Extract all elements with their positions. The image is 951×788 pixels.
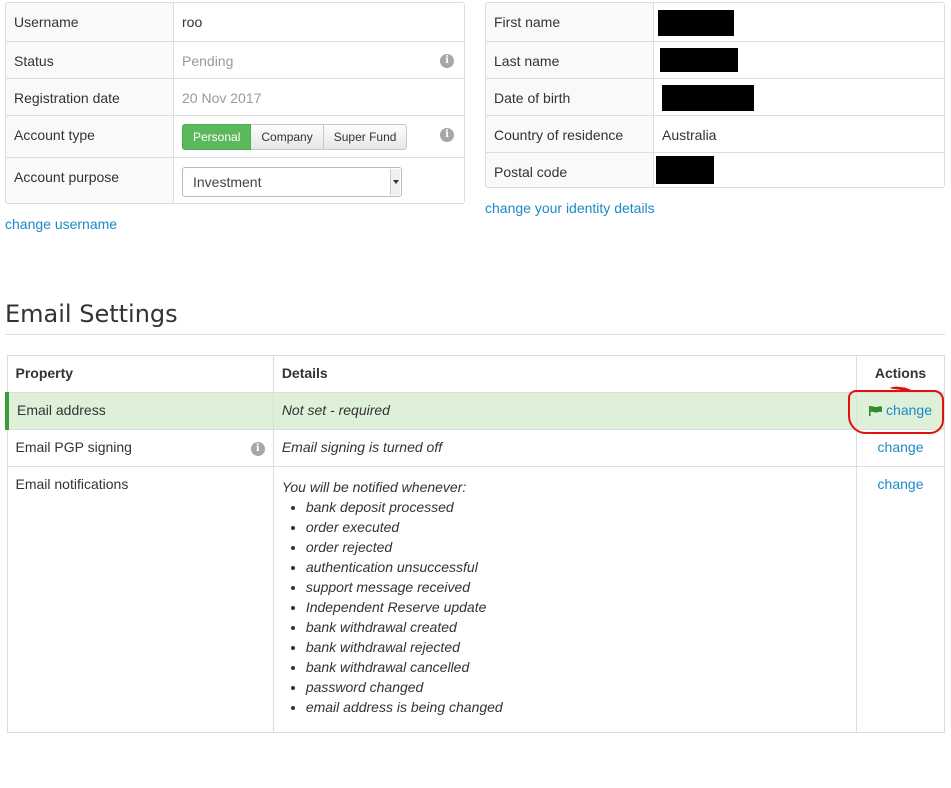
identity-panel: First name Last name Date of birth Count…: [485, 2, 945, 188]
account-type-label: Account type: [6, 116, 174, 157]
account-type-toggle: Personal Company Super Fund: [182, 124, 456, 150]
redacted-date-of-birth: [662, 85, 754, 111]
registration-label: Registration date: [6, 79, 174, 115]
registration-value: 20 Nov 2017: [174, 79, 464, 115]
country-label: Country of residence: [486, 116, 654, 152]
username-value: roo: [174, 3, 464, 41]
status-value: Pending: [182, 53, 234, 69]
redacted-postal-code: [656, 156, 714, 184]
change-email-pgp-link[interactable]: change: [878, 439, 924, 455]
table-row: Email notifications You will be notified…: [6, 466, 945, 733]
info-icon[interactable]: i: [440, 54, 454, 68]
dob-label: Date of birth: [486, 79, 654, 115]
last-name-row: Last name: [486, 41, 944, 78]
email-notifications-property: Email notifications: [6, 466, 274, 733]
first-name-label: First name: [486, 3, 654, 41]
annotation-circle: [848, 390, 944, 434]
list-item: email address is being changed: [306, 697, 848, 717]
chevron-down-icon: [390, 169, 400, 195]
list-item: order executed: [306, 517, 848, 537]
change-email-notifications-link[interactable]: change: [878, 476, 924, 492]
list-item: bank withdrawal rejected: [306, 637, 848, 657]
list-item: password changed: [306, 677, 848, 697]
redacted-first-name: [658, 10, 734, 36]
info-icon[interactable]: i: [250, 442, 265, 456]
list-item: bank deposit processed: [306, 497, 848, 517]
table-row: Email PGP signing i Email signing is tur…: [6, 429, 945, 467]
info-icon[interactable]: i: [440, 128, 454, 142]
email-pgp-details: Email signing is turned off: [272, 429, 858, 467]
change-username-link[interactable]: change username: [5, 216, 117, 232]
status-row: Status Pending i: [6, 41, 464, 78]
email-settings-title: Email Settings: [5, 300, 178, 328]
country-value: Australia: [654, 116, 944, 152]
account-type-super-fund-button[interactable]: Super Fund: [323, 124, 408, 150]
details-header: Details: [272, 355, 858, 393]
account-type-company-button[interactable]: Company: [251, 124, 324, 150]
table-header-row: Property Details Actions: [6, 355, 945, 393]
list-item: support message received: [306, 577, 848, 597]
list-item: Independent Reserve update: [306, 597, 848, 617]
account-purpose-value: Investment: [193, 174, 262, 190]
property-header: Property: [6, 355, 274, 393]
account-panel: Username roo Status Pending i Registrati…: [5, 2, 465, 204]
username-label: Username: [6, 3, 174, 41]
list-item: order rejected: [306, 537, 848, 557]
registration-row: Registration date 20 Nov 2017: [6, 78, 464, 115]
list-item: bank withdrawal created: [306, 617, 848, 637]
email-pgp-property: Email PGP signing: [15, 439, 132, 455]
notifications-list: bank deposit processed order executed or…: [282, 497, 848, 717]
account-type-personal-button[interactable]: Personal: [182, 124, 252, 150]
table-row: Email address Not set - required change: [4, 392, 945, 430]
email-address-details: Not set - required: [272, 392, 858, 430]
divider: [5, 334, 945, 335]
redacted-last-name: [660, 48, 738, 72]
change-identity-link[interactable]: change your identity details: [485, 200, 655, 216]
notifications-intro: You will be notified whenever:: [281, 479, 467, 495]
username-row: Username roo: [6, 3, 464, 41]
first-name-row: First name: [486, 3, 944, 41]
account-purpose-row: Account purpose Investment: [6, 157, 464, 203]
postal-code-row: Postal code: [486, 152, 944, 187]
email-settings-table: Property Details Actions Email address N…: [4, 355, 945, 733]
list-item: bank withdrawal cancelled: [306, 657, 848, 677]
list-item: authentication unsuccessful: [306, 557, 848, 577]
account-purpose-label: Account purpose: [6, 158, 174, 203]
last-name-label: Last name: [486, 42, 654, 78]
account-purpose-select[interactable]: Investment: [182, 167, 402, 197]
status-label: Status: [6, 42, 174, 78]
account-type-row: Account type Personal Company Super Fund…: [6, 115, 464, 157]
email-address-property: Email address: [4, 392, 274, 430]
dob-row: Date of birth: [486, 78, 944, 115]
postal-code-label: Postal code: [486, 153, 654, 187]
country-row: Country of residence Australia: [486, 115, 944, 152]
